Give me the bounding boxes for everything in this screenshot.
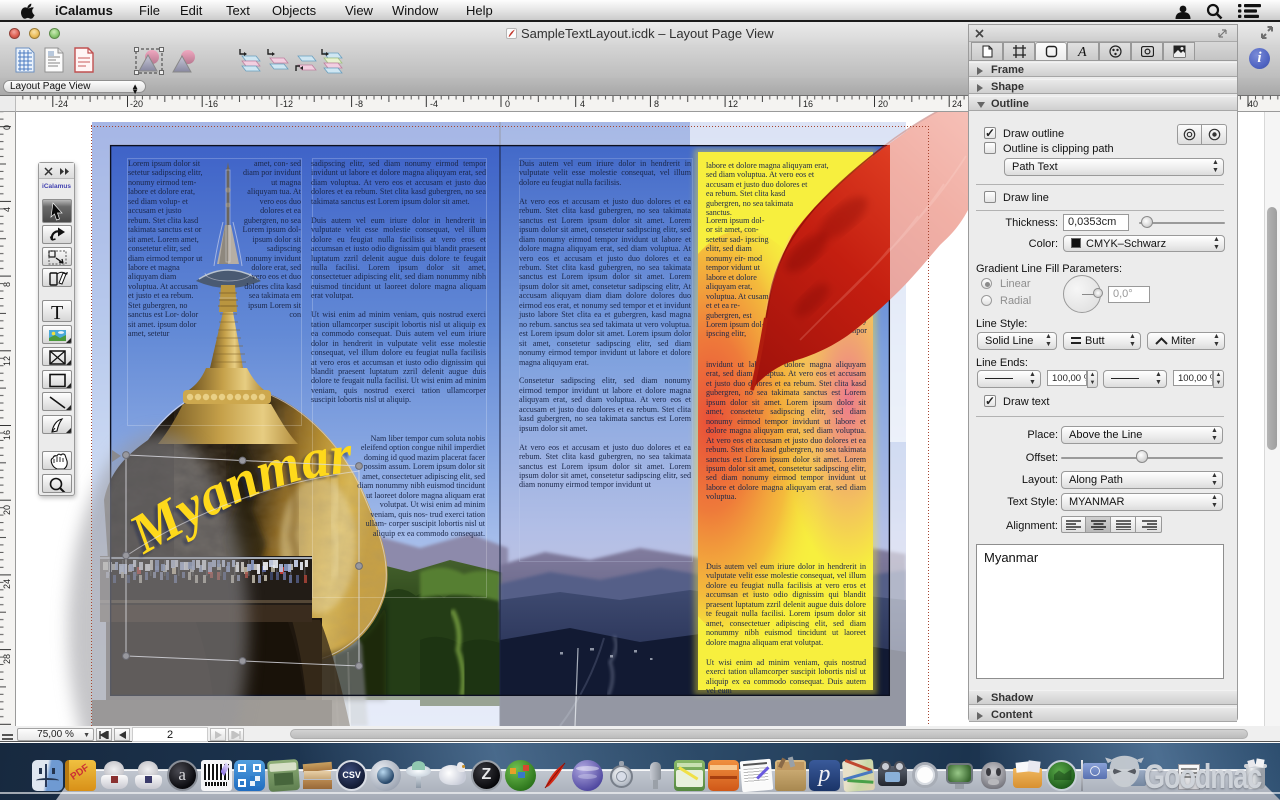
svg-text:T: T — [51, 302, 63, 322]
svg-text:A: A — [1077, 45, 1087, 58]
